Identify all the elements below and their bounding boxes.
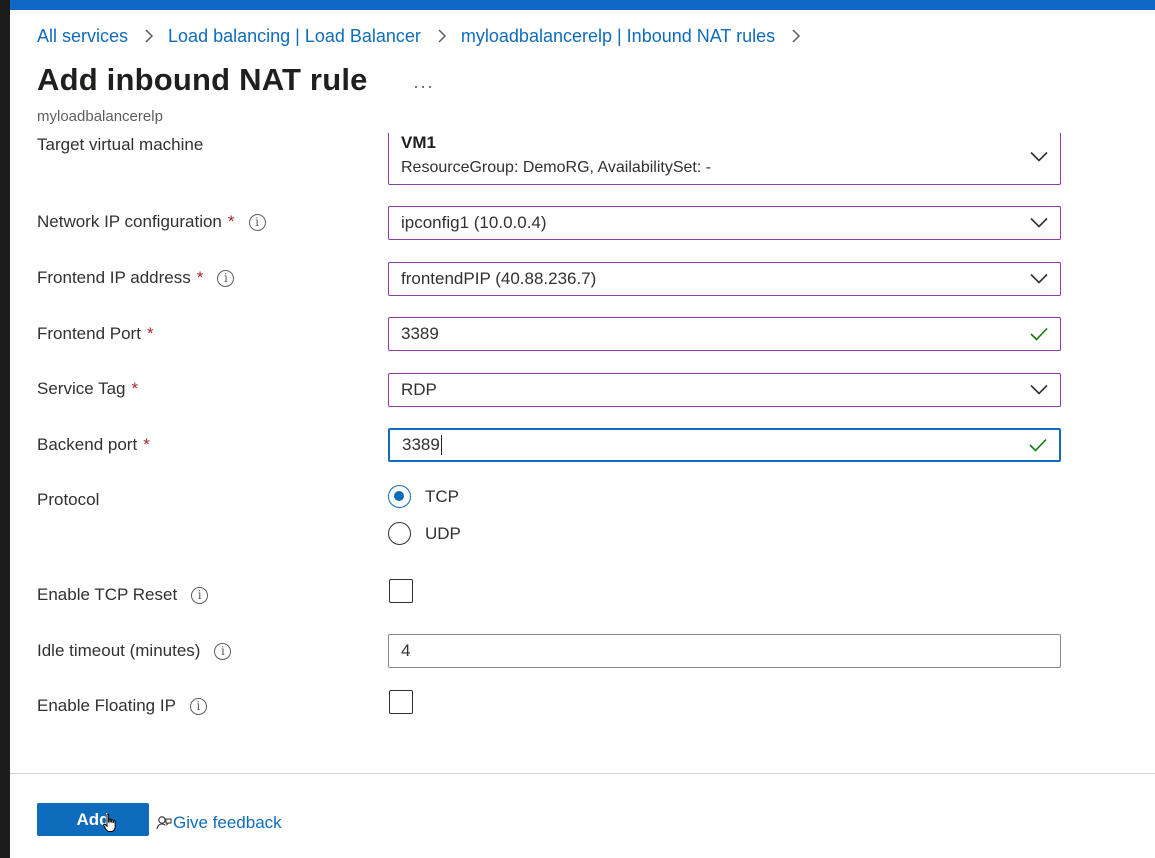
required-marker: * <box>131 379 139 398</box>
tcp-reset-label-text: Enable TCP Reset <box>37 585 178 604</box>
hand-pointer-icon <box>103 813 118 838</box>
breadcrumb: All services Load balancing | Load Balan… <box>37 24 815 48</box>
breadcrumb-all-services[interactable]: All services <box>37 26 128 47</box>
info-icon[interactable]: i <box>191 586 209 604</box>
required-marker: * <box>143 435 150 454</box>
frontend-ip-label-text: Frontend IP address <box>37 268 191 287</box>
radio-unselected-icon <box>388 522 411 545</box>
backend-port-input[interactable]: 3389 <box>388 428 1061 462</box>
network-ip-label: Network IP configuration * i <box>37 212 266 232</box>
required-marker: * <box>196 268 204 287</box>
idle-timeout-input[interactable]: 4 <box>388 634 1061 668</box>
backend-port-label: Backend port * <box>37 435 150 455</box>
idle-timeout-value: 4 <box>401 641 411 660</box>
feedback-person-icon <box>156 815 172 831</box>
chevron-right-icon <box>433 27 451 45</box>
tcp-reset-checkbox[interactable] <box>389 579 413 603</box>
radio-selected-icon <box>388 485 411 508</box>
checkmark-icon <box>1030 327 1048 341</box>
info-icon[interactable]: i <box>217 269 235 287</box>
protocol-label-text: Protocol <box>37 490 100 509</box>
required-marker: * <box>227 212 235 231</box>
target-vm-label: Target virtual machine <box>37 135 203 155</box>
form-scroll-area[interactable]: Target virtual machine VM1 ResourceGroup… <box>10 133 1155 773</box>
target-vm-name: VM1 <box>401 133 436 152</box>
floating-ip-label: Enable Floating IP i <box>37 696 207 716</box>
idle-timeout-label-text: Idle timeout (minutes) <box>37 641 201 660</box>
page-subtitle: myloadbalancerelp <box>37 108 163 125</box>
chevron-right-icon <box>787 27 805 45</box>
protocol-radio-udp[interactable]: UDP <box>388 522 461 545</box>
backend-port-label-text: Backend port <box>37 435 138 454</box>
frontend-ip-label: Frontend IP address * i <box>37 268 235 288</box>
chevron-down-icon <box>1030 151 1048 162</box>
info-icon[interactable]: i <box>214 642 232 660</box>
network-ip-label-text: Network IP configuration <box>37 212 222 231</box>
corner-edge <box>0 0 10 10</box>
service-tag-label-text: Service Tag <box>37 379 126 398</box>
portal-top-bar <box>0 0 1155 10</box>
chevron-down-icon <box>1030 217 1048 229</box>
protocol-label: Protocol <box>37 490 99 510</box>
chevron-down-icon <box>1030 273 1048 285</box>
more-options-button[interactable]: ··· <box>413 76 434 97</box>
page-title: Add inbound NAT rule <box>37 62 368 97</box>
breadcrumb-load-balancing[interactable]: Load balancing | Load Balancer <box>168 26 421 47</box>
protocol-radio-tcp[interactable]: TCP <box>388 485 459 508</box>
frontend-port-label-text: Frontend Port <box>37 324 141 343</box>
network-ip-dropdown[interactable]: ipconfig1 (10.0.0.4) <box>388 206 1061 240</box>
give-feedback-label: Give feedback <box>173 813 282 832</box>
target-vm-label-text: Target virtual machine <box>37 135 204 154</box>
protocol-option-label: UDP <box>425 523 461 543</box>
network-ip-value: ipconfig1 (10.0.0.4) <box>401 213 547 232</box>
text-caret <box>440 435 442 455</box>
left-window-edge <box>0 0 10 858</box>
info-icon[interactable]: i <box>189 697 207 715</box>
service-tag-dropdown[interactable]: RDP <box>388 373 1061 407</box>
service-tag-label: Service Tag * <box>37 379 138 399</box>
protocol-option-label: TCP <box>425 486 459 506</box>
frontend-port-value: 3389 <box>401 324 439 343</box>
service-tag-value: RDP <box>401 380 437 399</box>
frontend-ip-value: frontendPIP (40.88.236.7) <box>401 269 597 288</box>
frontend-ip-dropdown[interactable]: frontendPIP (40.88.236.7) <box>388 262 1061 296</box>
chevron-down-icon <box>1030 384 1048 396</box>
required-marker: * <box>146 324 154 343</box>
idle-timeout-label: Idle timeout (minutes) i <box>37 641 232 661</box>
give-feedback-link[interactable]: Give feedback <box>156 813 282 833</box>
frontend-port-label: Frontend Port * <box>37 324 154 344</box>
frontend-port-input[interactable]: 3389 <box>388 317 1061 351</box>
backend-port-value: 3389 <box>402 435 440 454</box>
floating-ip-label-text: Enable Floating IP <box>37 696 176 715</box>
chevron-right-icon <box>140 27 158 45</box>
breadcrumb-inbound-nat-rules[interactable]: myloadbalancerelp | Inbound NAT rules <box>461 26 775 47</box>
target-vm-dropdown[interactable]: VM1 ResourceGroup: DemoRG, AvailabilityS… <box>388 133 1061 185</box>
footer-divider <box>10 773 1155 774</box>
info-icon[interactable]: i <box>248 213 266 231</box>
add-button[interactable]: Add <box>37 803 149 836</box>
floating-ip-checkbox[interactable] <box>389 690 413 714</box>
target-vm-detail: ResourceGroup: DemoRG, AvailabilitySet: … <box>401 159 712 176</box>
tcp-reset-label: Enable TCP Reset i <box>37 585 209 605</box>
checkmark-icon <box>1029 438 1047 452</box>
